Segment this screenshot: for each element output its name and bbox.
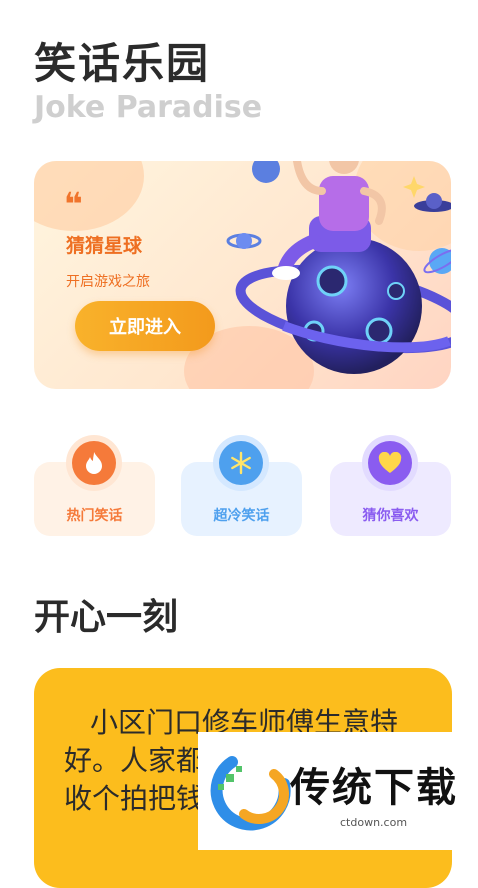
decor-blob bbox=[34, 161, 144, 231]
app-subtitle: Joke Paradise bbox=[34, 90, 263, 125]
banner-title: 猜猜星球 bbox=[66, 235, 143, 257]
category-label: 热门笑话 bbox=[66, 508, 123, 524]
watermark-name: 传统下载 bbox=[290, 765, 458, 811]
ctdown-logo-icon bbox=[210, 756, 291, 831]
heart-icon bbox=[362, 435, 418, 491]
planet-girl-illustration bbox=[226, 161, 451, 374]
enter-button[interactable]: 立即进入 bbox=[75, 301, 215, 351]
quote-icon: ❝ bbox=[64, 185, 83, 223]
game-banner[interactable]: ❝ 猜猜星球 开启游戏之旅 立即进入 bbox=[34, 161, 451, 389]
snowflake-icon bbox=[213, 435, 269, 491]
category-label: 超冷笑话 bbox=[213, 508, 270, 524]
app-title: 笑话乐园 bbox=[34, 39, 211, 88]
watermark-url: ctdown.com bbox=[340, 816, 408, 829]
banner-subtitle: 开启游戏之旅 bbox=[66, 274, 150, 290]
section-title: 开心一刻 bbox=[34, 597, 179, 638]
watermark-overlay: 传统下载 ctdown.com bbox=[198, 732, 478, 850]
flame-icon bbox=[66, 435, 122, 491]
category-label: 猜你喜欢 bbox=[362, 508, 419, 524]
